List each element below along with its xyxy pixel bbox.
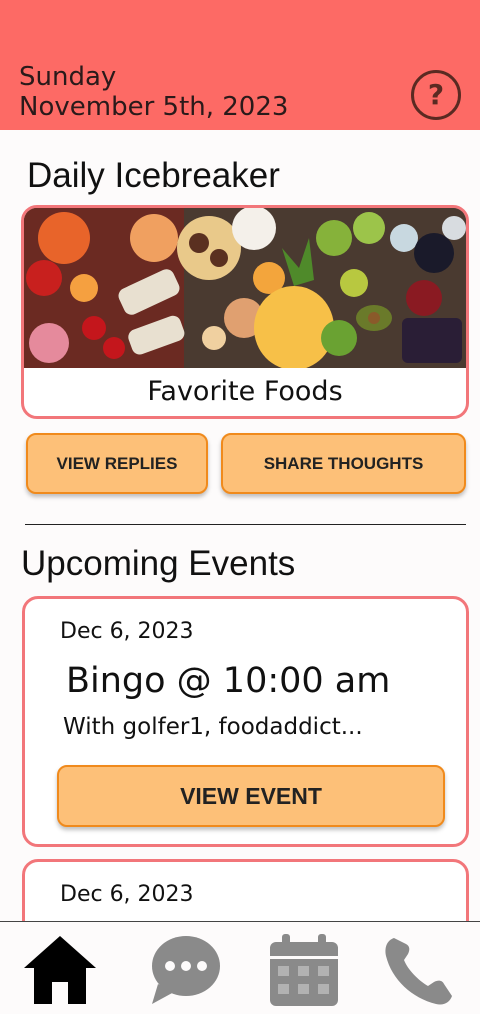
section-divider bbox=[25, 524, 466, 525]
help-button[interactable]: ? bbox=[411, 70, 461, 120]
nav-home[interactable] bbox=[20, 932, 100, 1008]
home-icon bbox=[24, 936, 96, 1004]
share-thoughts-button[interactable]: SHARE THOUGHTS bbox=[221, 433, 466, 494]
events-title: Upcoming Events bbox=[21, 544, 296, 583]
nav-calendar[interactable] bbox=[264, 932, 344, 1008]
event-card[interactable]: Dec 6, 2023 Bingo @ 10:00 am With golfer… bbox=[22, 596, 469, 847]
event-participants: With golfer1, foodaddict... bbox=[63, 714, 363, 740]
view-event-button[interactable]: VIEW EVENT bbox=[57, 765, 445, 827]
phone-icon bbox=[385, 938, 452, 1005]
food-photo-illustration bbox=[24, 208, 466, 368]
food-photo bbox=[24, 208, 466, 368]
event-date: Dec 6, 2023 bbox=[60, 882, 194, 907]
icebreaker-card[interactable]: Favorite Foods bbox=[21, 205, 469, 419]
header-bar: Sunday November 5th, 2023 ? bbox=[0, 0, 480, 130]
event-title: Bingo @ 10:00 am bbox=[66, 661, 391, 701]
calendar-icon bbox=[270, 934, 338, 1006]
view-replies-button[interactable]: VIEW REPLIES bbox=[26, 433, 208, 494]
bottom-nav bbox=[0, 921, 480, 1014]
nav-phone[interactable] bbox=[380, 932, 460, 1008]
icebreaker-topic: Favorite Foods bbox=[147, 376, 343, 407]
icebreaker-title: Daily Icebreaker bbox=[27, 156, 280, 195]
event-date: Dec 6, 2023 bbox=[60, 619, 194, 644]
question-circle-icon: ? bbox=[427, 78, 445, 111]
nav-chat[interactable] bbox=[146, 932, 226, 1008]
chat-icon bbox=[152, 936, 220, 1004]
header-day: Sunday bbox=[19, 62, 117, 92]
header-date: November 5th, 2023 bbox=[19, 92, 289, 122]
